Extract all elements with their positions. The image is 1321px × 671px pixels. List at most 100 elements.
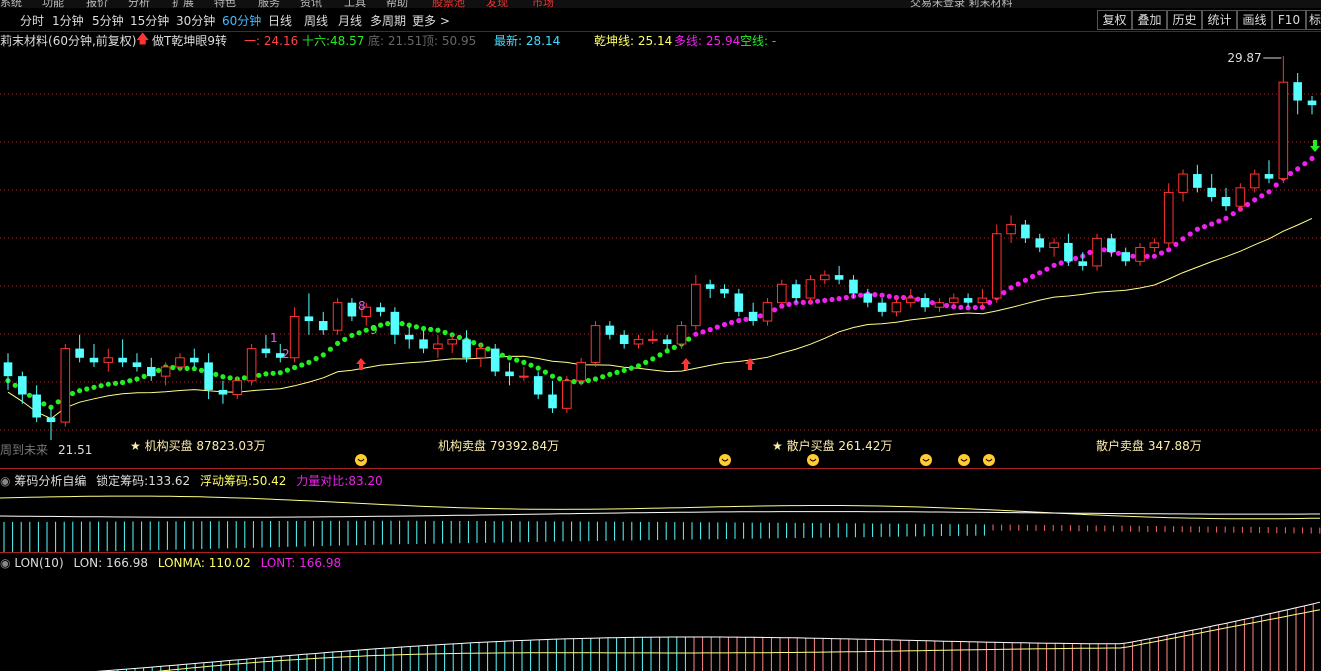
bottom-value: 底: 21.51 <box>368 34 423 48</box>
trend-dot <box>349 332 355 338</box>
candle-body <box>189 357 199 363</box>
trend-dot <box>1001 290 1007 296</box>
candlestick-chart[interactable]: 29.87 周到未来 21.51 12 89 ★ 机构买盘 87823.03万 机构卖盘 7… <box>0 48 1321 468</box>
menu-item-6[interactable]: 服务 <box>258 0 280 8</box>
trend-dot <box>471 340 477 346</box>
menu-highlight-1[interactable]: 发现 <box>486 0 508 8</box>
toolbar-button-3[interactable]: 统计 <box>1202 10 1237 30</box>
candle-body <box>1092 237 1102 267</box>
indicator-name[interactable]: 做T乾坤眼9转 <box>152 32 227 49</box>
candle-body <box>32 394 41 418</box>
trend-dot <box>1223 215 1229 221</box>
trend-dot <box>1302 161 1308 167</box>
period-tab-6[interactable]: 日线 <box>268 12 292 29</box>
trend-dot <box>1144 253 1150 259</box>
candle-body <box>1135 247 1145 262</box>
period-selector-bar: 分时 1分钟 5分钟 15分钟 30分钟 60分钟 日线 周线 月线 多周期 更多 > 复权 叠加 历史统… <box>0 8 1321 32</box>
signal-marker-icon <box>920 454 932 466</box>
toolbar-button-2[interactable]: 历史 <box>1167 10 1202 30</box>
trend-dot <box>650 356 656 362</box>
toolbar-button-0[interactable]: 复权 <box>1097 10 1132 30</box>
latest-price: 最新: 28.14 <box>494 34 561 48</box>
trend-dot <box>786 301 792 307</box>
kong-line: 空线: - <box>740 34 777 48</box>
trend-dot <box>220 374 226 380</box>
menu-item-9[interactable]: 帮助 <box>386 0 408 8</box>
period-tab-5[interactable]: 60分钟 <box>222 12 261 29</box>
trend-dot <box>327 346 333 352</box>
candle-body <box>1064 242 1073 262</box>
menu-highlight-0[interactable]: 股票池 <box>432 0 465 8</box>
period-tab-3[interactable]: 15分钟 <box>130 12 169 29</box>
trend-dot <box>1287 170 1294 177</box>
sixteen-value: 十六:48.57 <box>302 34 365 48</box>
period-tab-1[interactable]: 1分钟 <box>52 12 84 29</box>
trend-dot <box>313 356 319 362</box>
trend-dot <box>241 375 247 381</box>
trend-dot <box>671 344 677 350</box>
candle-body <box>920 298 930 308</box>
menu-item-0[interactable]: 系统 <box>0 0 22 8</box>
candle-body <box>347 302 357 317</box>
candle-body <box>318 321 328 331</box>
trend-dot <box>170 364 176 371</box>
signal-marker-icon <box>355 454 367 466</box>
trend-dot <box>743 316 749 322</box>
candle-body <box>1235 187 1246 207</box>
toolbar-button-4[interactable]: 画线 <box>1237 10 1272 30</box>
sequence-count-label: 2 <box>282 347 290 361</box>
candle-body <box>934 302 945 308</box>
candle-body <box>1178 173 1188 193</box>
trend-dot <box>342 336 348 342</box>
trend-dot <box>12 382 18 388</box>
candle-body <box>89 357 99 363</box>
period-tab-9[interactable]: 多周期 <box>370 12 406 29</box>
candle-body <box>289 315 300 359</box>
menu-highlight-2[interactable]: 市场 <box>532 0 554 8</box>
menu-item-1[interactable]: 功能 <box>42 0 64 8</box>
menu-item-5[interactable]: 特色 <box>214 0 236 8</box>
candle-body <box>75 348 84 358</box>
menu-item-7[interactable]: 资讯 <box>300 0 322 8</box>
trend-dot <box>134 376 140 382</box>
toolbar-button-1[interactable]: 叠加 <box>1132 10 1167 30</box>
menu-item-4[interactable]: 扩展 <box>172 0 194 8</box>
period-tab-2[interactable]: 5分钟 <box>92 12 124 29</box>
period-tab-4[interactable]: 30分钟 <box>176 12 215 29</box>
candle-body <box>834 275 844 280</box>
candle-body <box>132 362 142 367</box>
menu-item-8[interactable]: 工具 <box>344 0 366 8</box>
panel-divider <box>0 468 1321 469</box>
candle-body <box>705 284 715 289</box>
menu-item-2[interactable]: 报价 <box>86 0 108 8</box>
trend-dot <box>306 359 312 365</box>
toolbar-button-6[interactable]: 标 <box>1306 10 1321 30</box>
trend-dot <box>256 372 262 378</box>
trend-dot <box>120 379 126 386</box>
signal-marker-icon <box>807 454 819 466</box>
toolbar-button-5[interactable]: F10 <box>1272 10 1306 30</box>
trend-dot <box>693 331 699 337</box>
trend-dot <box>721 321 728 328</box>
candle-body <box>691 283 701 327</box>
sequence-count-label: 8 <box>358 299 366 313</box>
trend-dot <box>535 365 541 371</box>
trend-dot <box>557 376 563 382</box>
period-tab-10[interactable]: 更多 > <box>412 12 450 29</box>
candle-body <box>619 334 629 344</box>
period-tab-0[interactable]: 分时 <box>20 12 44 29</box>
trend-dot <box>1037 270 1043 276</box>
trend-dot <box>542 369 549 375</box>
candle-body <box>1293 82 1302 101</box>
menu-item-3[interactable]: 分析 <box>128 0 150 8</box>
period-tab-7[interactable]: 周线 <box>304 12 328 29</box>
trend-dot <box>843 294 849 301</box>
one-value: 一: 24.16 <box>244 34 299 48</box>
candle-body <box>1307 100 1317 106</box>
trend-dot <box>277 370 283 376</box>
candle-body <box>1107 238 1116 253</box>
period-tab-8[interactable]: 月线 <box>338 12 362 29</box>
trend-dot <box>413 324 419 330</box>
trend-dot <box>435 327 441 333</box>
money-flow-label: 机构卖盘 79392.84万 <box>438 438 559 453</box>
